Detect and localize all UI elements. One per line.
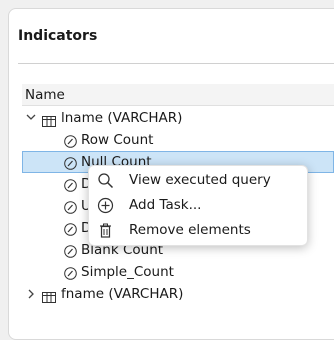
- menu-item-label: Remove elements: [129, 222, 251, 238]
- tree-row-label: Simple_Count: [81, 264, 174, 280]
- add-circle-icon: [97, 197, 114, 214]
- trash-icon: [97, 222, 114, 239]
- tree-row-label: lname (VARCHAR): [61, 110, 183, 126]
- table-icon: [42, 288, 56, 303]
- tree-row-label: fname (VARCHAR): [61, 286, 184, 302]
- tree-row-lname[interactable]: lname (VARCHAR): [22, 107, 334, 129]
- gauge-icon: [64, 155, 77, 170]
- tree-column-header[interactable]: Name: [22, 84, 334, 106]
- gauge-icon: [64, 265, 77, 280]
- context-menu: View executed query Add Task... Remove e…: [88, 165, 308, 246]
- table-icon: [42, 112, 56, 127]
- tree-row-simple-count[interactable]: Simple_Count: [22, 261, 334, 283]
- gauge-icon: [64, 221, 77, 236]
- menu-item-add-task[interactable]: Add Task...: [89, 193, 307, 218]
- menu-item-remove-elements[interactable]: Remove elements: [89, 218, 307, 243]
- gauge-icon: [64, 133, 77, 148]
- tree-row-fname[interactable]: fname (VARCHAR): [22, 283, 334, 305]
- divider: [18, 63, 334, 64]
- menu-item-view-executed-query[interactable]: View executed query: [89, 168, 307, 193]
- gauge-icon: [64, 199, 77, 214]
- tree-row-label: Row Count: [81, 132, 154, 148]
- gauge-icon: [64, 177, 77, 192]
- menu-item-label: Add Task...: [129, 197, 202, 213]
- gauge-icon: [64, 243, 77, 258]
- tree-row-row-count[interactable]: Row Count: [22, 129, 334, 151]
- search-icon: [97, 172, 114, 189]
- chevron-right-icon[interactable]: [25, 283, 37, 305]
- menu-item-label: View executed query: [129, 172, 271, 188]
- panel-title: Indicators: [18, 28, 98, 44]
- chevron-down-icon[interactable]: [25, 107, 37, 129]
